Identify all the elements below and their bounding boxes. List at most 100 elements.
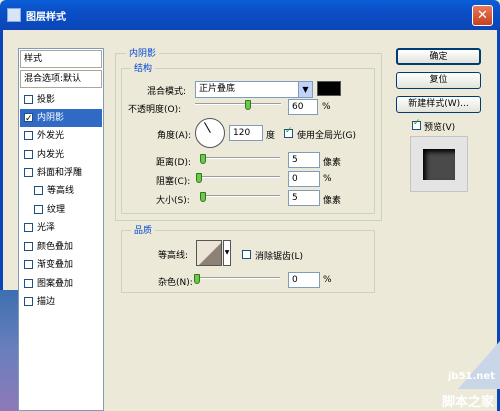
style-item-outer-glow[interactable]: 外发光 (20, 127, 102, 145)
contour-checkbox[interactable] (34, 186, 43, 195)
style-item-label: 渐变叠加 (37, 260, 74, 270)
styles-list: 样式 混合选项:默认 投影 内阴影 外发光 内发光 斜面和浮雕 等高线 纹理 光… (18, 48, 104, 411)
noise-slider-thumb[interactable] (194, 274, 200, 284)
watermark-site-name: 脚本之家 (442, 395, 495, 410)
blend-mode-value: 正片叠底 (199, 84, 236, 94)
background-decoration (0, 290, 18, 411)
noise-input[interactable]: 0 (288, 272, 320, 288)
angle-dial[interactable] (195, 118, 225, 148)
style-item-inner-glow[interactable]: 内发光 (20, 146, 102, 164)
ok-button[interactable]: 确定 (396, 48, 481, 65)
angle-label: 角度(A): (157, 131, 192, 141)
opacity-slider[interactable] (195, 103, 281, 105)
quality-title: 品质 (131, 223, 156, 236)
style-item-label: 投影 (37, 95, 56, 105)
size-unit: 像素 (323, 196, 342, 206)
blend-mode-select[interactable]: 正片叠底 ▼ (195, 81, 313, 98)
anti-alias-label: 消除锯齿(L) (255, 252, 304, 262)
contour-label: 等高线: (158, 251, 189, 261)
choke-slider[interactable] (200, 176, 280, 178)
styles-header[interactable]: 样式 (20, 50, 102, 68)
style-item-label: 纹理 (47, 205, 66, 215)
inner-shadow-checkbox[interactable] (24, 110, 33, 128)
bevel-emboss-checkbox[interactable] (24, 168, 33, 177)
noise-slider[interactable] (196, 277, 280, 279)
size-slider[interactable] (200, 195, 280, 197)
site-watermark: jb51.net 脚本之家 (440, 341, 500, 411)
angle-input[interactable]: 120 (229, 125, 263, 141)
style-item-label: 内阴影 (37, 113, 65, 123)
close-button[interactable]: ✕ (472, 5, 493, 26)
watermark-url: jb51.net (448, 371, 495, 382)
style-item-gradient-overlay[interactable]: 渐变叠加 (20, 256, 102, 274)
noise-label: 杂色(N): (158, 278, 193, 288)
distance-slider-thumb[interactable] (200, 154, 206, 164)
structure-title: 结构 (131, 61, 156, 74)
distance-input[interactable]: 5 (288, 152, 320, 168)
style-item-pattern-overlay[interactable]: 图案叠加 (20, 275, 102, 293)
style-item-drop-shadow[interactable]: 投影 (20, 91, 102, 109)
style-item-label: 描边 (37, 297, 56, 307)
outer-glow-checkbox[interactable] (24, 131, 33, 140)
app-icon (7, 8, 21, 22)
preview-checkbox[interactable] (412, 118, 421, 130)
choke-unit: % (323, 174, 332, 184)
choke-input[interactable]: 0 (288, 171, 320, 187)
style-item-label: 内发光 (37, 150, 65, 160)
style-item-texture[interactable]: 纹理 (20, 201, 102, 219)
contour-picker[interactable] (196, 240, 222, 266)
angle-unit: 度 (266, 131, 276, 141)
inner-glow-checkbox[interactable] (24, 150, 33, 159)
texture-checkbox[interactable] (34, 205, 43, 214)
global-light-checkbox[interactable] (284, 126, 293, 138)
pattern-overlay-checkbox[interactable] (24, 279, 33, 288)
size-input[interactable]: 5 (288, 190, 320, 206)
contour-curve-icon (199, 243, 221, 265)
chevron-down-icon[interactable]: ▼ (298, 82, 312, 97)
style-item-label: 斜面和浮雕 (37, 168, 83, 178)
preview-label: 预览(V) (424, 123, 456, 133)
size-slider-thumb[interactable] (200, 192, 206, 202)
style-item-contour[interactable]: 等高线 (20, 182, 102, 200)
inner-shadow-title: 内阴影 (126, 46, 160, 59)
opacity-slider-thumb[interactable] (245, 100, 251, 110)
style-item-label: 图案叠加 (37, 279, 74, 289)
style-item-label: 等高线 (47, 186, 75, 196)
style-item-stroke[interactable]: 描边 (20, 293, 102, 311)
angle-dial-needle (204, 122, 211, 133)
distance-label: 距离(D): (156, 158, 191, 168)
window-title: 图层样式 (26, 12, 66, 23)
opacity-input[interactable]: 60 (288, 99, 318, 115)
style-item-label: 外发光 (37, 131, 65, 141)
reset-button[interactable]: 复位 (396, 72, 481, 89)
gradient-overlay-checkbox[interactable] (24, 260, 33, 269)
style-item-satin[interactable]: 光泽 (20, 219, 102, 237)
style-item-color-overlay[interactable]: 颜色叠加 (20, 238, 102, 256)
choke-slider-thumb[interactable] (196, 173, 202, 183)
style-preview-thumbnail (410, 136, 468, 192)
global-light-label: 使用全局光(G) (297, 131, 356, 141)
opacity-label: 不透明度(O): (128, 105, 182, 115)
satin-checkbox[interactable] (24, 223, 33, 232)
title-bar: 图层样式 ✕ (0, 0, 500, 30)
style-item-label: 光泽 (37, 223, 56, 233)
style-item-label: 颜色叠加 (37, 242, 74, 252)
choke-label: 阻塞(C): (156, 177, 191, 187)
opacity-unit: % (322, 102, 331, 112)
distance-unit: 像素 (323, 158, 342, 168)
preview-square (423, 149, 455, 180)
blend-mode-label: 混合模式: (147, 87, 187, 97)
drop-shadow-checkbox[interactable] (24, 95, 33, 104)
anti-alias-checkbox[interactable] (242, 250, 251, 259)
noise-unit: % (323, 275, 332, 285)
style-item-inner-shadow[interactable]: 内阴影 (20, 109, 102, 128)
size-label: 大小(S): (156, 196, 190, 206)
distance-slider[interactable] (200, 157, 280, 159)
color-overlay-checkbox[interactable] (24, 242, 33, 251)
blend-options-item[interactable]: 混合选项:默认 (20, 70, 102, 88)
shadow-color-swatch[interactable] (317, 81, 341, 96)
contour-dropdown-chevron-icon[interactable]: ▼ (223, 240, 231, 266)
stroke-checkbox[interactable] (24, 297, 33, 306)
style-item-bevel-emboss[interactable]: 斜面和浮雕 (20, 164, 102, 182)
new-style-button[interactable]: 新建样式(W)... (396, 96, 481, 113)
